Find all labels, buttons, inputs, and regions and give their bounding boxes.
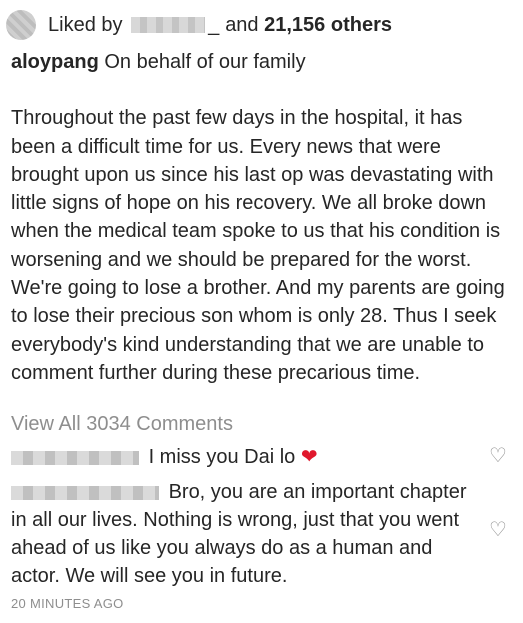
blurred-username — [131, 17, 206, 34]
comment: I miss you Dai lo ❤ — [11, 443, 471, 471]
comment-text: I miss you Dai lo — [148, 446, 296, 468]
heart-outline-icon[interactable]: ♡ — [489, 446, 507, 466]
blurred-comment-username[interactable] — [11, 450, 139, 465]
underscore-mark: _ — [208, 13, 220, 36]
red-heart-icon: ❤ — [300, 446, 318, 468]
likes-summary[interactable]: Liked by _ and 21,156 others — [48, 14, 392, 37]
post-caption: aloypang On behalf of our family Through… — [11, 48, 511, 387]
likes-count[interactable]: 21,156 others — [264, 14, 392, 36]
caption-body: Throughout the past few days in the hosp… — [11, 107, 505, 384]
liked-by-label: Liked by — [48, 13, 123, 36]
blurred-comment-username[interactable] — [11, 485, 159, 500]
caption-headline: On behalf of our family — [104, 51, 306, 73]
caption-username[interactable]: aloypang — [11, 51, 99, 73]
post-timestamp: 20 MINUTES AGO — [11, 596, 124, 611]
view-all-comments-link[interactable]: View All 3034 Comments — [11, 413, 233, 436]
avatar[interactable] — [6, 10, 36, 40]
likes-row: Liked by _ and 21,156 others — [6, 8, 392, 42]
heart-outline-icon[interactable]: ♡ — [489, 520, 507, 540]
comment: Bro, you are an important chapter in all… — [11, 478, 471, 590]
likes-conjunction: and — [225, 13, 259, 36]
